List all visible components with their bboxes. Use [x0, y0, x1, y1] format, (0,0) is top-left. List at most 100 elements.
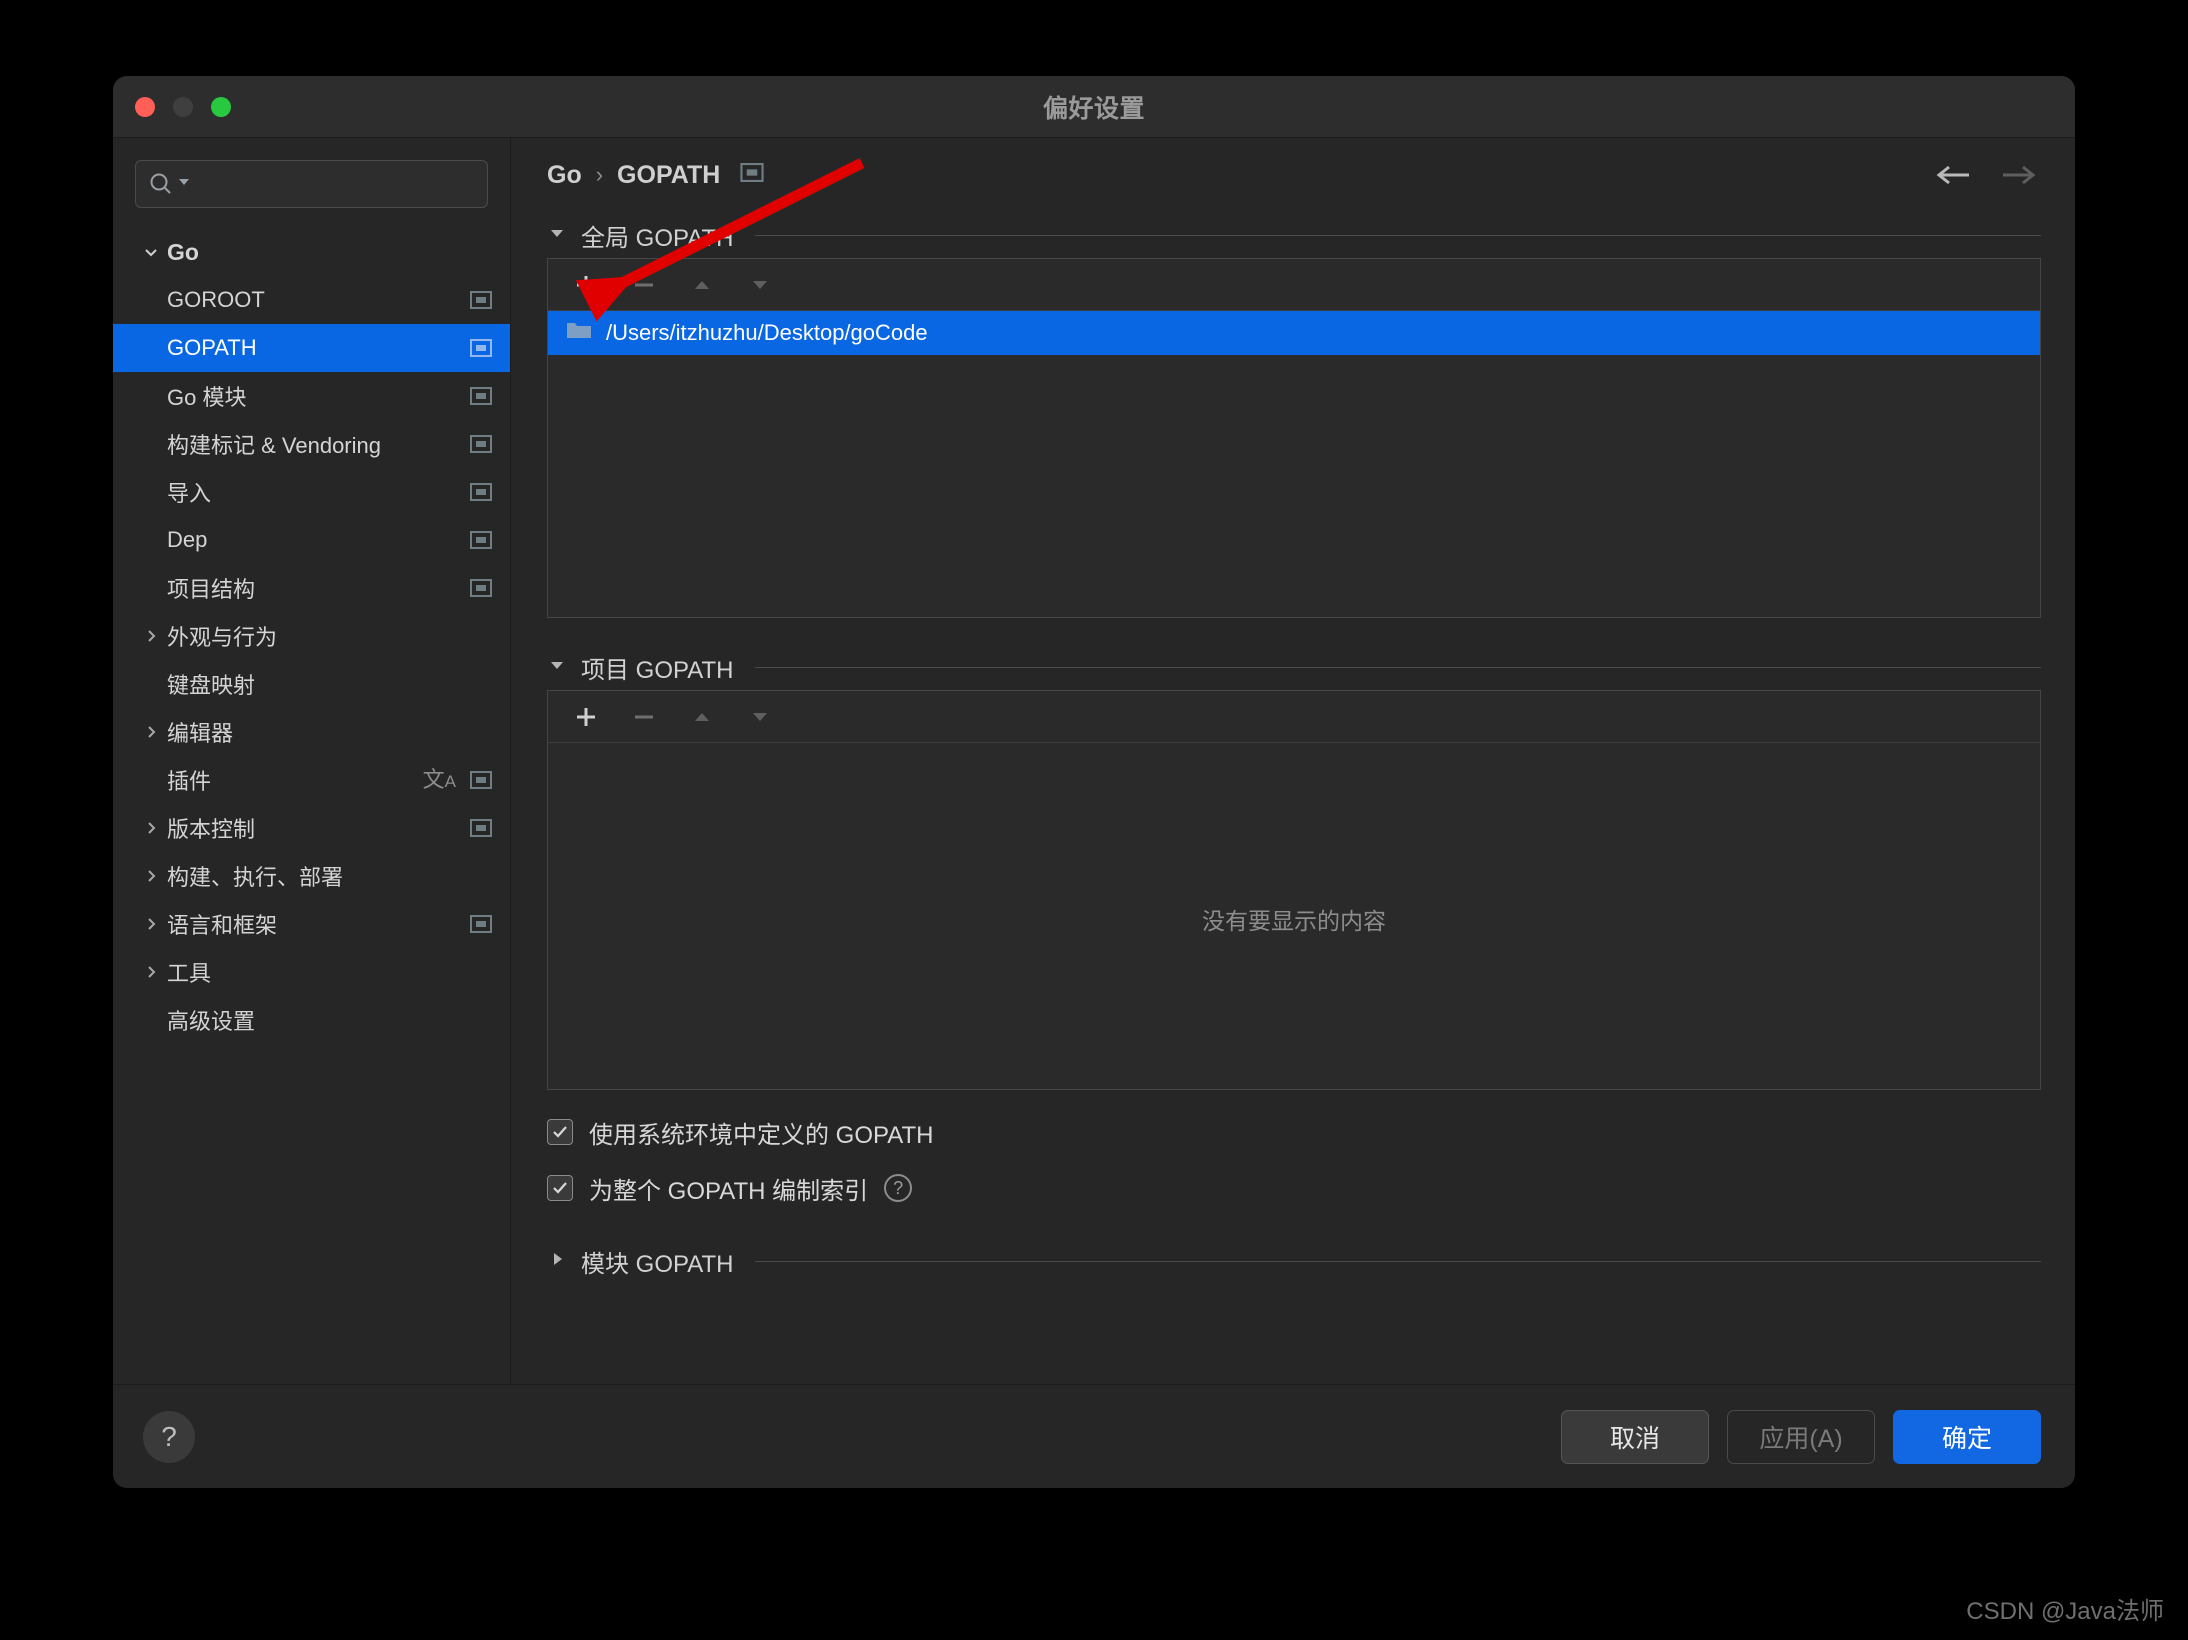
index-entire-gopath-checkbox[interactable]: [547, 1175, 573, 1201]
remove-project-gopath-button[interactable]: [618, 695, 670, 739]
sidebar-item-label: 项目结构: [167, 577, 256, 602]
watermark: CSDN @Java法师: [1966, 1598, 2164, 1625]
zoom-button[interactable]: [211, 96, 231, 117]
cancel-button[interactable]: 取消: [1561, 1409, 1709, 1464]
project-scope-icon: [740, 163, 764, 187]
section-divider: [755, 234, 2041, 236]
index-entire-gopath-row[interactable]: 为整个 GOPATH 编制索引 ?: [547, 1160, 2041, 1216]
translate-icon: 文A: [422, 767, 456, 792]
sidebar-item-goroot[interactable]: GOROOT: [113, 276, 510, 324]
ok-button[interactable]: 确定: [1893, 1409, 2041, 1464]
sidebar-item-label: 键盘映射: [167, 673, 256, 698]
sidebar-item-tools[interactable]: 工具: [113, 948, 510, 996]
search-dropdown-icon[interactable]: [178, 175, 190, 193]
settings-tree: Go GOROOT GOPATH Go 模块 构建标记 & Vendoring …: [113, 224, 510, 1384]
move-up-project-gopath-button[interactable]: [676, 695, 728, 739]
window-body: Go GOROOT GOPATH Go 模块 构建标记 & Vendoring …: [113, 138, 2075, 1384]
sidebar-item-dep[interactable]: Dep: [113, 516, 510, 564]
sidebar-item-badges: [470, 483, 492, 501]
question-circle-icon[interactable]: ?: [884, 1174, 913, 1202]
sidebar-item-go-modules[interactable]: Go 模块: [113, 372, 510, 420]
search-icon: [148, 171, 174, 197]
checkbox-label: 为整个 GOPATH 编制索引: [589, 1177, 869, 1205]
sidebar-item-keymap[interactable]: 键盘映射: [113, 660, 510, 708]
sidebar-item-imports[interactable]: 导入: [113, 468, 510, 516]
sidebar-item-editor[interactable]: 编辑器: [113, 708, 510, 756]
chevron-down-icon[interactable]: [135, 242, 167, 262]
chevron-right-icon[interactable]: [135, 818, 167, 838]
remove-global-gopath-button[interactable]: [618, 263, 670, 307]
chevron-right-icon[interactable]: [135, 722, 167, 742]
sidebar-item-label: Go 模块: [167, 385, 247, 410]
use-system-gopath-checkbox[interactable]: [547, 1119, 573, 1145]
project-scope-icon: [470, 339, 492, 357]
gopath-options: 使用系统环境中定义的 GOPATH 为整个 GOPATH 编制索引 ?: [547, 1104, 2041, 1216]
breadcrumb: Go › GOPATH: [511, 138, 2075, 212]
project-scope-icon: [470, 579, 492, 597]
sidebar-item-go[interactable]: Go: [113, 228, 510, 276]
sidebar-item-badges: [470, 579, 492, 597]
chevron-right-icon[interactable]: [135, 914, 167, 934]
sidebar-item-advanced-settings[interactable]: 高级设置: [113, 996, 510, 1044]
global-gopath-list[interactable]: /Users/itzhuzhu/Desktop/goCode: [548, 311, 2040, 617]
apply-button[interactable]: 应用(A): [1727, 1409, 1875, 1464]
sidebar-item-badges: [470, 819, 492, 837]
settings-sidebar: Go GOROOT GOPATH Go 模块 构建标记 & Vendoring …: [113, 138, 511, 1384]
triangle-down-icon[interactable]: [547, 655, 567, 680]
preferences-window: 偏好设置 Go GOROOT GOPATH Go 模块 构建标记 & Vendo…: [113, 76, 2075, 1488]
search-field[interactable]: [135, 160, 488, 208]
arrow-right-icon[interactable]: [1993, 153, 2045, 197]
global-gopath-section-header[interactable]: 全局 GOPATH: [547, 212, 2041, 258]
use-system-gopath-row[interactable]: 使用系统环境中定义的 GOPATH: [547, 1104, 2041, 1160]
minimize-button[interactable]: [173, 96, 193, 117]
add-global-gopath-button[interactable]: [560, 263, 612, 307]
project-scope-icon: [470, 435, 492, 453]
sidebar-item-appearance-behavior[interactable]: 外观与行为: [113, 612, 510, 660]
section-divider: [755, 1260, 2041, 1262]
add-project-gopath-button[interactable]: [560, 695, 612, 739]
sidebar-item-languages-frameworks[interactable]: 语言和框架: [113, 900, 510, 948]
breadcrumb-root[interactable]: Go: [547, 161, 582, 190]
project-gopath-toolbar: [548, 691, 2040, 743]
move-down-project-gopath-button[interactable]: [734, 695, 786, 739]
sidebar-item-label: Go: [167, 238, 199, 265]
sidebar-item-build-tags-vendoring[interactable]: 构建标记 & Vendoring: [113, 420, 510, 468]
sidebar-item-label: 构建标记 & Vendoring: [167, 433, 381, 458]
project-scope-icon: [470, 915, 492, 933]
project-gopath-list[interactable]: 没有要显示的内容: [548, 743, 2040, 1089]
sidebar-item-version-control[interactable]: 版本控制: [113, 804, 510, 852]
dialog-footer: ? 取消 应用(A) 确定: [113, 1384, 2075, 1488]
move-up-global-gopath-button[interactable]: [676, 263, 728, 307]
sidebar-item-badges: [470, 291, 492, 309]
list-item[interactable]: /Users/itzhuzhu/Desktop/goCode: [548, 311, 2040, 355]
sidebar-item-label: 外观与行为: [167, 625, 278, 650]
sidebar-item-project-structure[interactable]: 项目结构: [113, 564, 510, 612]
help-button[interactable]: ?: [143, 1410, 195, 1463]
sidebar-item-badges: [470, 435, 492, 453]
sidebar-item-label: 导入: [167, 481, 212, 506]
search-input[interactable]: [194, 172, 475, 196]
chevron-right-icon[interactable]: [135, 866, 167, 886]
sidebar-item-label: 插件: [167, 769, 212, 794]
chevron-right-icon[interactable]: [135, 626, 167, 646]
section-title: 模块 GOPATH: [581, 1250, 734, 1278]
module-gopath-section-header[interactable]: 模块 GOPATH: [547, 1238, 2041, 1284]
move-down-global-gopath-button[interactable]: [734, 263, 786, 307]
sidebar-item-label: 高级设置: [167, 1009, 256, 1034]
triangle-down-icon[interactable]: [547, 223, 567, 248]
chevron-right-icon[interactable]: [135, 962, 167, 982]
project-scope-icon: [470, 819, 492, 837]
sidebar-item-plugins[interactable]: 插件 文A: [113, 756, 510, 804]
sidebar-item-label: 编辑器: [167, 721, 234, 746]
sidebar-item-badges: [470, 915, 492, 933]
sidebar-item-build-execution-deployment[interactable]: 构建、执行、部署: [113, 852, 510, 900]
triangle-right-icon[interactable]: [547, 1249, 567, 1274]
sidebar-item-gopath[interactable]: GOPATH: [113, 324, 510, 372]
close-button[interactable]: [135, 96, 155, 117]
global-gopath-panel: /Users/itzhuzhu/Desktop/goCode: [547, 258, 2041, 618]
project-gopath-section-header[interactable]: 项目 GOPATH: [547, 644, 2041, 690]
arrow-left-icon[interactable]: [1927, 153, 1979, 197]
project-scope-icon: [470, 291, 492, 309]
project-gopath-panel: 没有要显示的内容: [547, 690, 2041, 1090]
breadcrumb-current: GOPATH: [617, 160, 721, 189]
